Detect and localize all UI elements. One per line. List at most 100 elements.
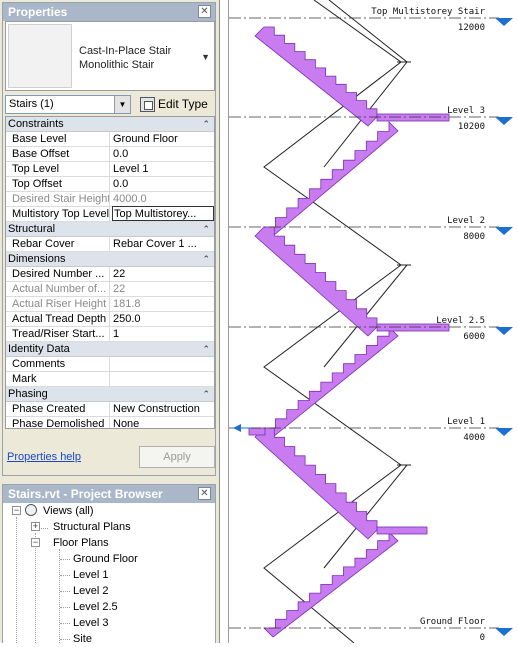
properties-help-link[interactable]: Properties help	[7, 451, 81, 463]
property-name: Comments	[6, 357, 110, 371]
property-group-header[interactable]: Identity Data ⌃	[6, 342, 214, 357]
property-row[interactable]: Base Offset 0.0	[6, 147, 214, 162]
property-value[interactable]: Top Multistorey...	[112, 206, 214, 221]
property-row[interactable]: Comments	[6, 357, 214, 372]
property-group-header[interactable]: Phasing ⌃	[6, 387, 214, 402]
property-row[interactable]: Desired Stair Height 4000.0	[6, 192, 214, 207]
tree-node-floor-plan[interactable]: Ground Floor	[73, 551, 138, 567]
stair-flight	[254, 427, 378, 540]
property-row[interactable]: Phase Demolished None	[6, 417, 214, 428]
property-name: Multistory Top Level	[6, 207, 110, 221]
property-value[interactable]: Level 1	[112, 162, 214, 176]
browser-title-bar: Stairs.rvt - Project Browser ✕	[3, 485, 215, 503]
stair-flight	[263, 326, 399, 438]
collapse-group-icon[interactable]: ⌃	[202, 117, 210, 132]
apply-button[interactable]: Apply	[139, 446, 215, 468]
property-row[interactable]: Multistory Top Level Top Multistorey...	[6, 206, 214, 222]
property-value[interactable]: 250.0	[112, 312, 214, 326]
property-value[interactable]	[112, 372, 214, 386]
property-name: Phase Demolished	[6, 417, 110, 428]
collapse-group-icon[interactable]: ⌃	[202, 222, 210, 237]
property-name: Rebar Cover	[6, 237, 110, 251]
properties-grid: Constraints ⌃ Base Level Ground Floor Base O…	[5, 116, 215, 429]
tree-node-floor-plans[interactable]: Floor Plans	[53, 535, 109, 551]
property-value[interactable]: 1	[112, 327, 214, 341]
level-elevation: 8000	[463, 232, 485, 242]
stair-flight	[263, 121, 399, 237]
level-elevation: 10200	[458, 122, 485, 132]
property-row[interactable]: Actual Riser Height 181.8	[6, 297, 214, 312]
property-row[interactable]: Actual Tread Depth 250.0	[6, 312, 214, 327]
tree-node-floor-plan[interactable]: Level 3	[73, 615, 108, 631]
tree-node-views[interactable]: Views (all)	[25, 503, 94, 519]
property-group-header[interactable]: Dimensions ⌃	[6, 252, 214, 267]
property-value[interactable]: 0.0	[112, 147, 214, 161]
property-row[interactable]: Desired Number ... 22	[6, 267, 214, 282]
property-name: Desired Stair Height	[6, 192, 110, 206]
tree-line	[60, 559, 70, 560]
property-row[interactable]: Base Level Ground Floor	[6, 132, 214, 147]
instance-filter-select[interactable]: Stairs (1) ▼	[5, 95, 131, 114]
level-marker	[495, 117, 513, 125]
type-selector[interactable]: Cast-In-Place Stair Monolithic Stair ▼	[5, 21, 215, 91]
views-label: Views (all)	[43, 505, 94, 517]
property-row[interactable]: Top Offset 0.0	[6, 177, 214, 192]
elevation-view[interactable]: Top Multistorey Stair 12000 Level 3 10200 Le…	[229, 0, 518, 643]
property-group-header[interactable]: Constraints ⌃	[6, 117, 214, 132]
type-preview-image	[8, 24, 72, 88]
landing-slab	[376, 113, 450, 122]
tree-line	[16, 517, 17, 643]
level-name: Level 2	[447, 216, 485, 226]
property-row[interactable]: Top Level Level 1	[6, 162, 214, 177]
property-value[interactable]: 22	[112, 267, 214, 281]
chevron-down-icon[interactable]: ▼	[114, 96, 130, 113]
property-row[interactable]: Actual Number of... 22	[6, 282, 214, 297]
collapse-group-icon[interactable]: ⌃	[202, 342, 210, 357]
property-group-header[interactable]: Structural ⌃	[6, 222, 214, 237]
expand-structural-plans-icon[interactable]: +	[31, 522, 40, 531]
level-elevation: 12000	[458, 23, 485, 33]
property-row[interactable]: Phase Created New Construction	[6, 402, 214, 417]
landing-slab	[376, 526, 428, 535]
property-name: Phase Created	[6, 402, 110, 416]
edit-type-label: Edit Type	[158, 97, 208, 111]
tree-node-floor-plan[interactable]: Site	[73, 631, 92, 647]
stair-flight	[254, 26, 378, 127]
collapse-views-icon[interactable]: −	[12, 506, 21, 515]
stair-outline	[323, 0, 408, 168]
property-name: Actual Number of...	[6, 282, 110, 296]
property-name: Top Level	[6, 162, 110, 176]
type-dropdown-icon[interactable]: ▼	[201, 52, 210, 62]
tree-node-floor-plan[interactable]: Level 2.5	[73, 599, 118, 615]
collapse-floor-plans-icon[interactable]: −	[31, 538, 40, 547]
tree-node-floor-plan[interactable]: Level 2	[73, 583, 108, 599]
property-name: Actual Riser Height	[6, 297, 110, 311]
property-group-name: Identity Data	[8, 343, 70, 355]
property-row[interactable]: Mark	[6, 372, 214, 387]
level-marker	[495, 628, 513, 636]
property-value[interactable]: New Construction	[112, 402, 214, 416]
property-value: 22	[113, 283, 126, 295]
property-row[interactable]: Rebar Cover Rebar Cover 1 ...	[6, 237, 214, 252]
property-row[interactable]: Tread/Riser Start... 1	[6, 327, 214, 342]
browser-close-icon[interactable]: ✕	[198, 487, 211, 500]
tree-node-floor-plan[interactable]: Level 1	[73, 567, 108, 583]
tree-line	[60, 575, 70, 576]
property-value[interactable]: None	[112, 417, 214, 428]
tree-node-structural-plans[interactable]: Structural Plans	[53, 519, 131, 535]
properties-close-icon[interactable]: ✕	[198, 5, 211, 18]
drawing-canvas[interactable]: Top Multistorey Stair 12000 Level 3 10200 Le…	[228, 0, 518, 643]
edit-type-button[interactable]: Edit Type	[138, 95, 208, 114]
property-group-name: Phasing	[8, 388, 48, 400]
tree-line	[60, 607, 70, 608]
property-value[interactable]	[112, 357, 214, 371]
property-value[interactable]: Rebar Cover 1 ...	[112, 237, 214, 251]
collapse-group-icon[interactable]: ⌃	[202, 387, 210, 402]
property-value: 181.8	[113, 298, 141, 310]
property-value[interactable]: Ground Floor	[112, 132, 214, 146]
property-value[interactable]: 0.0	[112, 177, 214, 191]
level-name: Level 1	[447, 417, 485, 427]
collapse-group-icon[interactable]: ⌃	[202, 252, 210, 267]
property-name: Actual Tread Depth	[6, 312, 110, 326]
property-name: Top Offset	[6, 177, 110, 191]
